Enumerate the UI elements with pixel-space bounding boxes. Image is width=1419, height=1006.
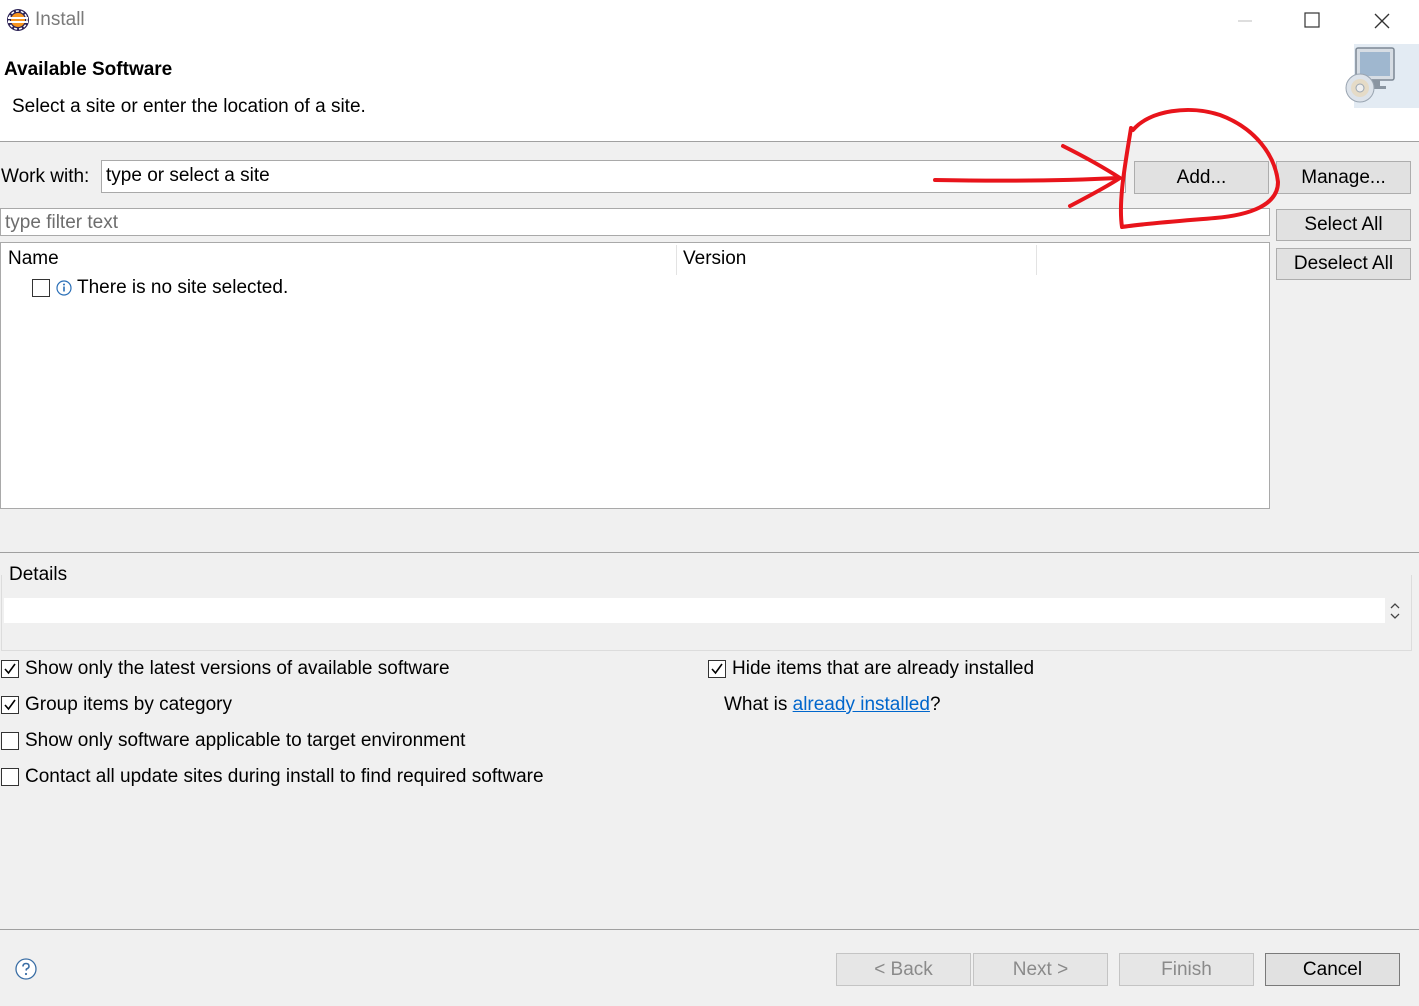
deselect-all-button[interactable]: Deselect All	[1276, 248, 1411, 280]
work-with-input[interactable]: type or select a site	[106, 165, 270, 187]
column-divider[interactable]	[676, 245, 677, 275]
back-button[interactable]: < Back	[836, 953, 971, 986]
finish-button[interactable]: Finish	[1119, 953, 1254, 986]
column-header-version[interactable]: Version	[683, 248, 746, 270]
row-name: There is no site selected.	[77, 277, 289, 298]
details-label: Details	[9, 564, 70, 586]
checkmark-icon	[711, 663, 723, 675]
column-header-name[interactable]: Name	[8, 248, 59, 270]
option-hide-installed[interactable]: Hide items that are already installed	[708, 658, 1034, 680]
checkbox-hide-installed[interactable]	[708, 660, 726, 678]
label-contact-update-sites: Contact all update sites during install …	[25, 766, 544, 787]
label-target-environment: Show only software applicable to target …	[25, 730, 466, 751]
title-bar	[0, 0, 1419, 42]
window-title: Install	[35, 9, 85, 30]
work-with-combo[interactable]: type or select a site	[101, 160, 1126, 193]
software-table[interactable]: Name Version There is no site selected.	[0, 242, 1270, 509]
info-icon	[56, 280, 72, 296]
add-button[interactable]: Add...	[1134, 161, 1269, 194]
next-button[interactable]: Next >	[973, 953, 1108, 986]
already-installed-prefix: What is	[724, 694, 793, 715]
filter-input[interactable]: type filter text	[0, 208, 1270, 236]
checkmark-icon	[4, 699, 16, 711]
eclipse-icon	[7, 9, 29, 31]
already-installed-text: What is already installed?	[724, 694, 941, 716]
page-title: Available Software	[4, 59, 173, 80]
label-group-by-category: Group items by category	[25, 694, 232, 715]
help-icon[interactable]	[14, 957, 38, 981]
label-hide-installed: Hide items that are already installed	[732, 658, 1035, 679]
already-installed-suffix: ?	[929, 694, 941, 715]
cancel-button[interactable]: Cancel	[1265, 953, 1400, 986]
select-all-button[interactable]: Select All	[1276, 209, 1411, 241]
checkbox-group-by-category[interactable]	[1, 696, 19, 714]
option-target-environment[interactable]: Show only software applicable to target …	[1, 730, 465, 752]
already-installed-link[interactable]: already installed	[793, 694, 930, 715]
scroll-arrows-icon[interactable]	[1387, 599, 1403, 623]
checkbox-latest-versions[interactable]	[1, 660, 19, 678]
checkbox-target-environment[interactable]	[1, 732, 19, 750]
work-with-label: Work with:	[1, 166, 90, 187]
row-checkbox[interactable]	[32, 279, 50, 297]
checkbox-contact-update-sites[interactable]	[1, 768, 19, 786]
option-latest-versions[interactable]: Show only the latest versions of availab…	[1, 658, 450, 680]
option-group-by-category[interactable]: Group items by category	[1, 694, 232, 716]
footer-divider	[0, 929, 1419, 930]
filter-placeholder: type filter text	[5, 212, 118, 233]
column-divider[interactable]	[1036, 245, 1037, 275]
divider	[0, 552, 1419, 553]
close-icon[interactable]	[1359, 4, 1405, 38]
wizard-banner	[0, 42, 1419, 142]
checkmark-icon	[4, 663, 16, 675]
option-contact-update-sites[interactable]: Contact all update sites during install …	[1, 766, 544, 788]
label-latest-versions: Show only the latest versions of availab…	[25, 658, 450, 679]
page-description: Select a site or enter the location of a…	[12, 96, 366, 117]
manage-button[interactable]: Manage...	[1276, 161, 1411, 194]
minimize-icon[interactable]	[1222, 4, 1268, 38]
details-text[interactable]	[4, 598, 1385, 623]
install-software-icon	[1345, 44, 1419, 108]
table-row[interactable]: There is no site selected.	[32, 277, 288, 299]
maximize-icon[interactable]	[1289, 4, 1335, 38]
